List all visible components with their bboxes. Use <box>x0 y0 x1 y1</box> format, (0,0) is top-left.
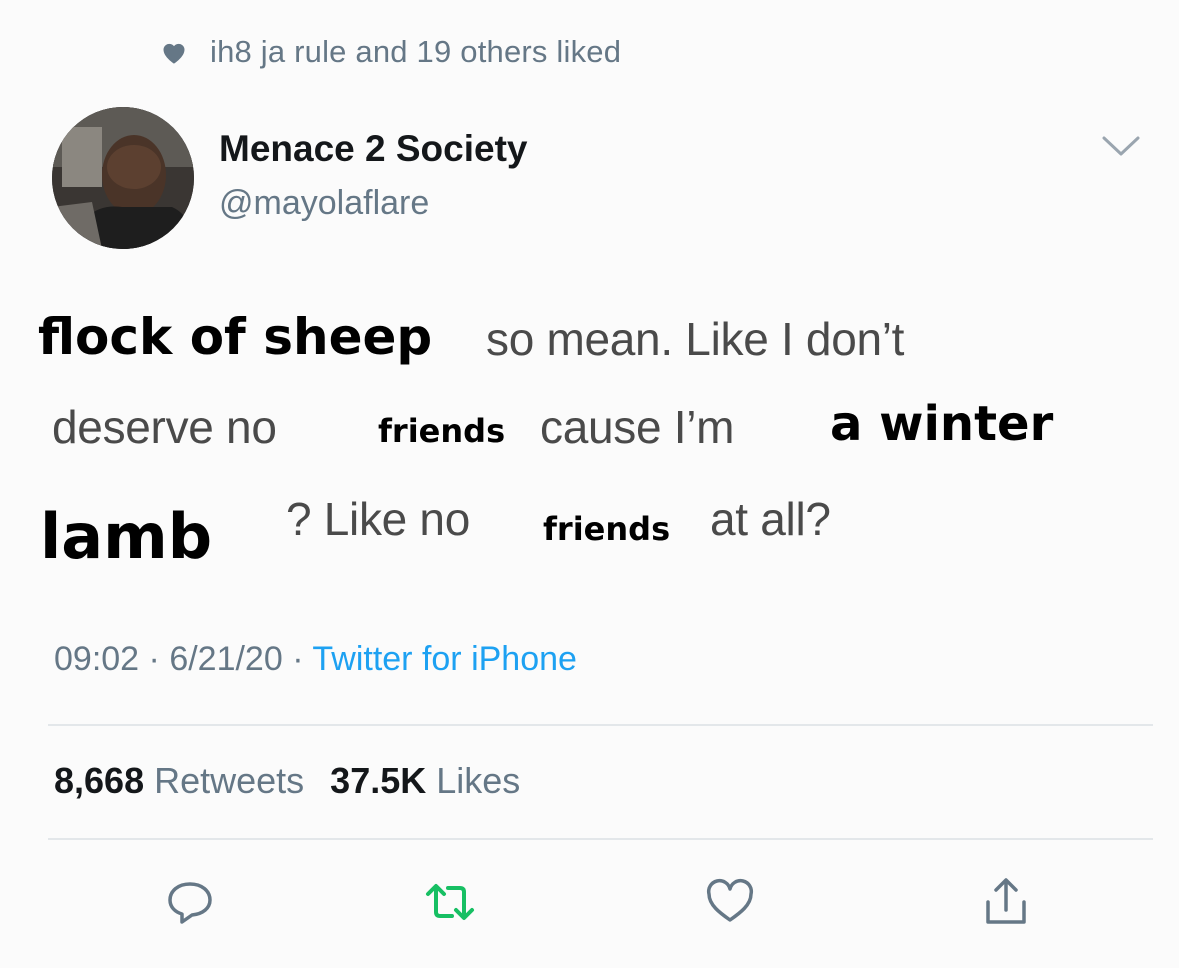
share-button[interactable] <box>976 872 1036 932</box>
avatar-photo <box>52 107 194 249</box>
divider <box>48 724 1153 726</box>
heart-icon <box>163 43 185 64</box>
social-context-text: ih8 ja rule and 19 others liked <box>210 34 622 69</box>
tweet-word: ? Like no <box>286 493 470 545</box>
tweet-time: 09:02 <box>54 640 140 678</box>
retweet-icon <box>426 884 474 920</box>
meta-separator: · <box>139 640 170 678</box>
divider <box>48 838 1153 840</box>
tweet-stats: 8,668 Retweets 37.5K Likes <box>54 760 546 802</box>
tweet-date: 6/21/20 <box>169 640 283 678</box>
tweet-word: so mean. Like I don’t <box>486 313 905 365</box>
likes-count[interactable]: 37.5K <box>330 760 426 802</box>
tweet-word: a winter <box>830 396 1054 452</box>
tweet-word: friends <box>378 412 506 450</box>
social-context[interactable]: ih8 ja rule and 19 others liked <box>160 30 621 74</box>
meta-separator: · <box>282 640 313 678</box>
like-button[interactable] <box>700 872 760 932</box>
share-icon <box>986 878 1026 924</box>
reply-button[interactable] <box>160 872 220 932</box>
author-display-name[interactable]: Menace 2 Society <box>219 128 527 170</box>
tweet-word: deserve no <box>52 401 277 453</box>
tweet-source[interactable]: Twitter for iPhone <box>312 640 577 678</box>
retweets-count[interactable]: 8,668 <box>54 760 144 802</box>
reply-icon <box>168 882 212 924</box>
tweet-word: cause I’m <box>540 401 735 453</box>
chevron-down-icon[interactable] <box>1100 130 1142 160</box>
tweet-meta: 09:02 · 6/21/20 · Twitter for iPhone <box>54 640 577 679</box>
author-handle[interactable]: @mayolaflare <box>219 184 429 223</box>
like-icon <box>706 879 754 922</box>
tweet-word: friends <box>543 510 671 548</box>
retweet-button[interactable] <box>420 872 480 932</box>
avatar[interactable] <box>52 107 194 249</box>
tweet-word: lamb <box>40 500 213 573</box>
likes-label[interactable]: Likes <box>436 760 520 802</box>
tweet-word: at all? <box>710 493 831 545</box>
tweet-word: flock of sheep <box>38 308 433 366</box>
retweets-label[interactable]: Retweets <box>154 760 304 802</box>
